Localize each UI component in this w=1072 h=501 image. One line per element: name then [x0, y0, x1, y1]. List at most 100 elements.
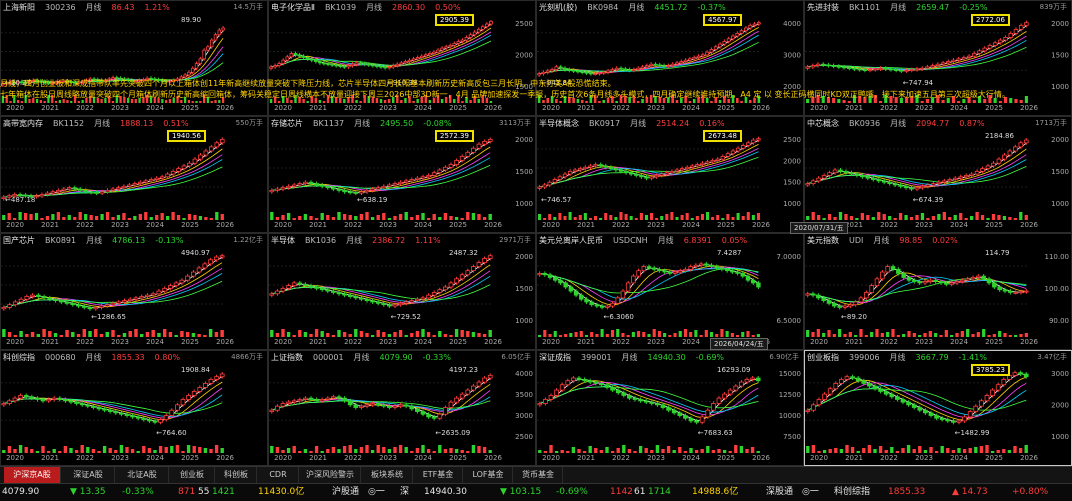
chart-panel[interactable]: 美元兑离岸人民币 USDCNH 月线 6.8391 0.05% 7.0000 6.5000 ←…: [536, 233, 804, 350]
change-pct: 0.87%: [959, 119, 985, 128]
market-tab[interactable]: LOF基金: [464, 467, 513, 483]
candle-body: [423, 54, 428, 57]
chart-panel[interactable]: 高带宽内存 BK1152 月线 1888.13 0.51% 550万手 ←487.18 194…: [0, 116, 268, 233]
candle-body: [53, 298, 58, 302]
candle-body: [436, 49, 440, 53]
candle-body: [1003, 37, 1008, 41]
candlestick-chart[interactable]: 4000350030002500←2635.09: [269, 364, 535, 453]
volume-bar: [460, 450, 464, 453]
candle-body: [567, 170, 573, 175]
candle-body: [898, 184, 903, 187]
candlestick-chart[interactable]: 300020001000←1482.99: [805, 364, 1071, 453]
volume-bar: [636, 101, 640, 103]
market-tab[interactable]: 北证A股: [116, 467, 169, 483]
chart-panel[interactable]: 半导体 BK1036 月线 2386.72 1.11% 2971万手 2000 1500 100…: [268, 233, 536, 350]
market-tab[interactable]: 货币基金: [514, 467, 563, 483]
market-tab[interactable]: CDR: [258, 467, 299, 483]
volume-bar: [740, 101, 743, 103]
candle-body: [269, 190, 275, 193]
candle-body: [415, 408, 420, 412]
volume-bar: [985, 445, 989, 453]
volume-bar: [811, 212, 815, 220]
high-price-label: 3785.23: [971, 364, 1010, 376]
volume-bar: [471, 213, 476, 220]
volume-bar: [579, 331, 583, 337]
market-tab[interactable]: 沪深风险警示: [300, 467, 361, 483]
hk-connect-sz-label[interactable]: 深股通: [766, 484, 793, 501]
chart-panel[interactable]: 深证成指 399001 月线 14940.30 -0.69% 6.90亿手 15000 125…: [536, 350, 804, 466]
volume-bar: [678, 331, 682, 337]
star-index-label: 科创综指: [834, 487, 871, 497]
candle-body: [606, 70, 610, 73]
candle-body: [371, 64, 375, 67]
x-tick-label: 2026: [216, 221, 234, 229]
market-tab[interactable]: 沪深京A股: [4, 467, 61, 483]
x-tick-label: 2021: [845, 454, 863, 462]
candle-body: [383, 66, 387, 69]
low-price-label: ←1286.65: [91, 313, 126, 321]
candlestick-chart[interactable]: ←764.60: [1, 364, 267, 453]
hk-connect-sh-label[interactable]: 沪股通: [332, 484, 359, 501]
candlestick-chart[interactable]: 200015001000←674.39: [805, 130, 1071, 220]
candle-body: [623, 170, 629, 174]
candle-body: [319, 184, 325, 187]
candle-body: [986, 278, 992, 284]
volume-bar: [950, 335, 954, 337]
candle-body: [399, 62, 404, 65]
chart-panel[interactable]: 存储芯片 BK1137 月线 2495.50 -0.08% 3113万手 2000 1500 1…: [268, 116, 536, 233]
candlestick-chart[interactable]: ←487.18: [1, 130, 267, 220]
candle-body: [827, 388, 833, 395]
market-tab[interactable]: 创业板: [170, 467, 215, 483]
volume-bar: [314, 218, 319, 220]
volume-bar: [568, 212, 572, 220]
candlestick-chart[interactable]: ←1286.65: [1, 247, 267, 337]
chart-panel[interactable]: 美元指数 UDI 月线 98.85 0.02% 110.00 100.00 90.00 ←89.…: [804, 233, 1072, 350]
candlestick-chart[interactable]: 200015001000←638.19: [269, 130, 535, 220]
candle-body: [291, 400, 297, 403]
volume-bar: [934, 451, 939, 453]
volume-bar: [833, 217, 837, 220]
candle-body: [613, 168, 619, 171]
candle-body: [407, 59, 412, 62]
chart-panel[interactable]: 创业板指 399006 月线 3667.79 -1.41% 3.47亿手 3000 2000 1…: [804, 350, 1072, 466]
candle-body: [58, 300, 64, 303]
market-tab[interactable]: ETF基金: [414, 467, 463, 483]
volume-bar: [657, 331, 661, 337]
x-tick-label: 2026: [752, 454, 770, 462]
candlestick-chart[interactable]: 1500012500100007500←7683.63: [537, 364, 803, 453]
chart-panel[interactable]: 中芯概念 BK0936 月线 2094.77 0.87% 1713万手 2000 1500 10…: [804, 116, 1072, 233]
candle-body: [949, 282, 954, 285]
hk-connect-sh-status: ◎一: [368, 487, 385, 497]
candle-body: [860, 175, 865, 178]
candle-body: [587, 380, 593, 383]
candle-body: [547, 274, 553, 278]
security-name: 科创综指: [3, 353, 35, 362]
candlestick-chart[interactable]: 7.00006.5000←6.3060: [537, 247, 803, 337]
x-axis: 2020202120222023202420252026: [269, 221, 535, 231]
market-tab[interactable]: 科创板: [216, 467, 257, 483]
candle-body: [917, 407, 923, 411]
candlestick-chart[interactable]: 110.00100.0090.00←89.20: [805, 247, 1071, 337]
candle-body: [1024, 290, 1029, 293]
candlestick-chart[interactable]: 200015001000←729.52: [269, 247, 535, 337]
candle-body: [629, 172, 634, 175]
candle-body: [79, 403, 85, 406]
sh-index-value: 4079.90: [2, 487, 40, 497]
market-tab[interactable]: 板块系统: [362, 467, 413, 483]
candle-body: [705, 51, 710, 56]
volume-bar: [633, 451, 637, 453]
market-tab[interactable]: 深证A股: [62, 467, 115, 483]
candlestick-chart[interactable]: 2500200015001000←746.57: [537, 130, 803, 220]
volume-bar: [549, 445, 553, 453]
candle-body: [751, 139, 756, 144]
chart-panel[interactable]: 上证指数 000001 月线 4079.90 -0.33% 6.05亿手 4000 3500 3…: [268, 350, 536, 466]
chart-panel[interactable]: 科创综指 000680 月线 1855.33 0.80% 4866万手 ←764.60 190…: [0, 350, 268, 466]
candle-body: [903, 185, 909, 189]
volume-bar: [383, 100, 387, 103]
volume-bar: [986, 218, 990, 220]
last-price: 2495.50: [380, 119, 414, 128]
low-price-label: ←7683.63: [698, 429, 733, 437]
chart-panel[interactable]: 国产芯片 BK0891 月线 4786.13 -0.13% 1.22亿手 ←1286.65 4…: [0, 233, 268, 350]
chart-panel[interactable]: 半导体概念 BK0917 月线 2514.24 0.16% 2500 2000 1500 100…: [536, 116, 804, 233]
volume-bar: [700, 449, 704, 453]
